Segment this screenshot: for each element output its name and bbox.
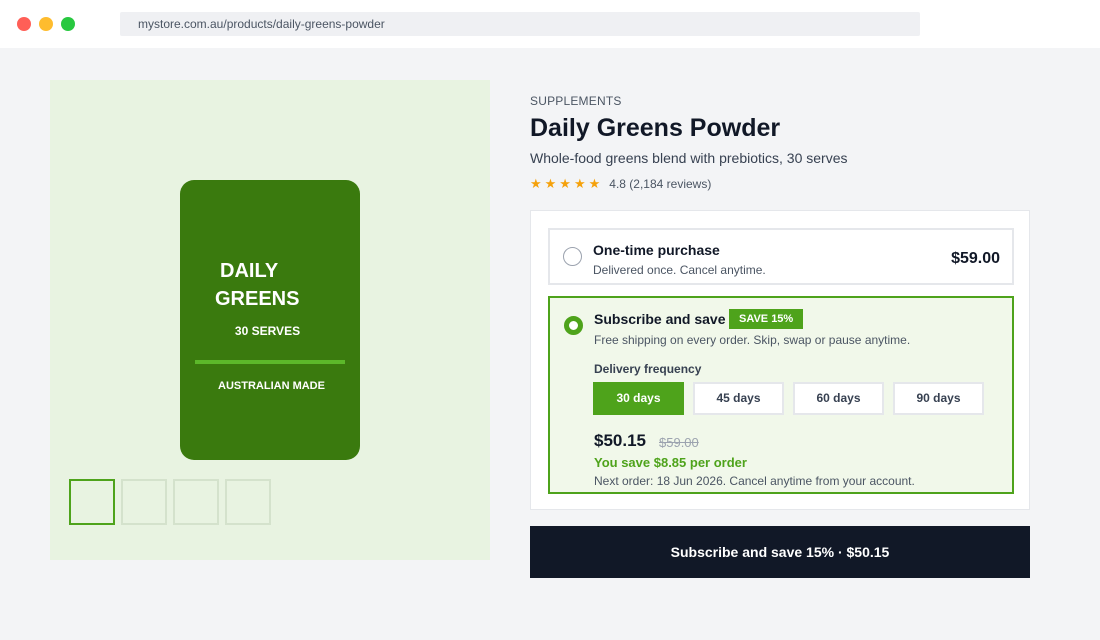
pack-serves-label: 30 SERVES [234, 324, 301, 338]
product-subtitle: Whole-food greens blend with prebiotics,… [530, 150, 848, 166]
thumbnail-strip [69, 479, 271, 525]
frequency-60-days-button[interactable]: 60 days [793, 382, 884, 415]
star-rating-icon: ★★★★★ [530, 176, 604, 191]
rating-text: 4.8 (2,184 reviews) [609, 177, 712, 191]
pack-divider [195, 360, 345, 364]
product-rating[interactable]: ★★★★★ 4.8 (2,184 reviews) [530, 176, 711, 192]
close-window-icon[interactable] [17, 17, 31, 31]
one-time-radio[interactable] [563, 247, 582, 266]
next-order-text: Next order: 18 Jun 2026. Cancel anytime … [594, 474, 915, 488]
frequency-45-days-button[interactable]: 45 days [693, 382, 784, 415]
subscription-price: $50.15 [594, 431, 646, 450]
one-time-purchase-option[interactable]: One-time purchase Delivered once. Cancel… [548, 228, 1014, 285]
minimize-window-icon[interactable] [39, 17, 53, 31]
product-gallery: DAILY GREENS 30 SERVES AUSTRALIAN MADE [50, 80, 490, 560]
thumbnail-4[interactable] [225, 479, 271, 525]
product-category[interactable]: SUPPLEMENTS [530, 94, 622, 108]
maximize-window-icon[interactable] [61, 17, 75, 31]
subscribe-option[interactable]: Subscribe and save SAVE 15% Free shippin… [548, 296, 1014, 494]
one-time-title: One-time purchase [593, 242, 720, 258]
browser-chrome: mystore.com.au/products/daily-greens-pow… [0, 0, 1100, 48]
one-time-description: Delivered once. Cancel anytime. [593, 263, 766, 277]
frequency-30-days-button[interactable]: 30 days [593, 382, 684, 415]
subscribe-description: Free shipping on every order. Skip, swap… [594, 333, 911, 347]
savings-text: You save $8.85 per order [594, 455, 747, 470]
subscribe-cta-button[interactable]: Subscribe and save 15% · $50.15 [530, 526, 1030, 578]
product-pack-image[interactable]: DAILY GREENS 30 SERVES AUSTRALIAN MADE [180, 180, 360, 460]
pack-label-greens: GREENS [215, 288, 300, 310]
delivery-frequency-selector: 30 days 45 days 60 days 90 days [593, 382, 984, 415]
subscribe-radio[interactable] [564, 316, 583, 335]
thumbnail-1[interactable] [69, 479, 115, 525]
purchase-options-card: One-time purchase Delivered once. Cancel… [530, 210, 1030, 510]
product-title: Daily Greens Powder [530, 114, 781, 142]
pack-made-label: AUSTRALIAN MADE [218, 380, 325, 392]
frequency-90-days-button[interactable]: 90 days [893, 382, 984, 415]
save-badge: SAVE 15% [729, 309, 804, 329]
thumbnail-3[interactable] [173, 479, 219, 525]
one-time-price: $59.00 [951, 250, 1000, 267]
subscribe-title: Subscribe and save [594, 311, 726, 327]
thumbnail-2[interactable] [121, 479, 167, 525]
delivery-frequency-label: Delivery frequency [594, 362, 702, 376]
pack-label-daily: DAILY [220, 260, 279, 282]
address-bar[interactable]: mystore.com.au/products/daily-greens-pow… [120, 12, 920, 36]
original-price: $59.00 [659, 435, 699, 450]
